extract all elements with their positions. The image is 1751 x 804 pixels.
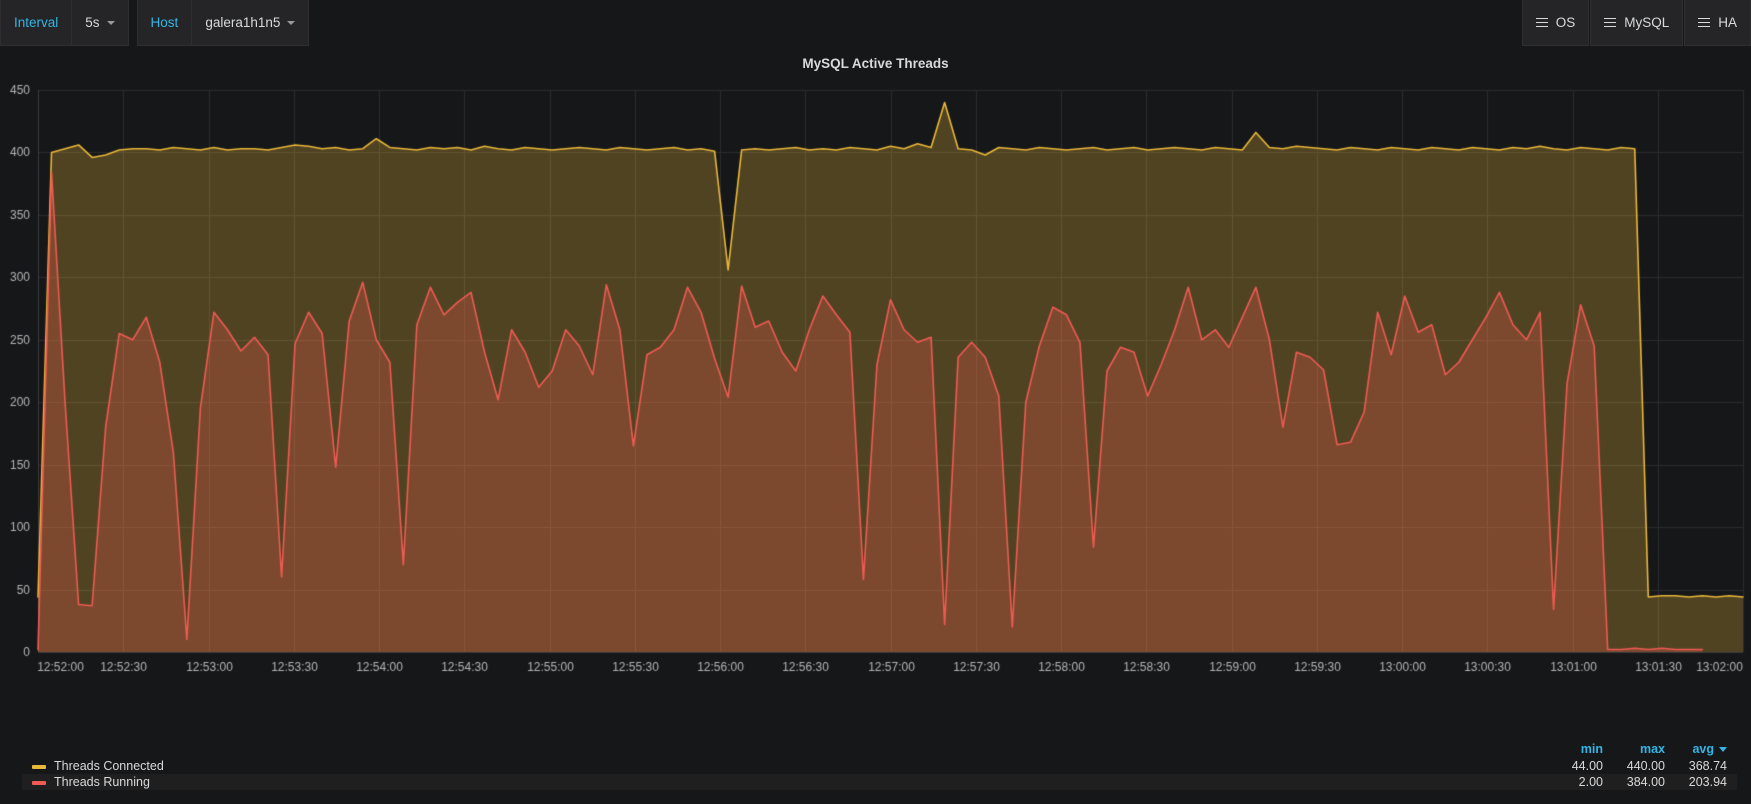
legend-value-max: 384.00 <box>1613 774 1675 790</box>
legend-header-avg-label: avg <box>1692 742 1714 756</box>
legend-value-max: 440.00 <box>1613 758 1675 774</box>
host-variable-dropdown[interactable]: galera1h1n5 <box>191 0 309 46</box>
timeseries-canvas[interactable] <box>0 78 1751 698</box>
graph-legend: min max avg Threads Connected 44.00440.00… <box>0 742 1751 804</box>
panel-title: MySQL Active Threads <box>0 46 1751 78</box>
legend-table: min max avg Threads Connected 44.00440.00… <box>22 742 1737 790</box>
interval-variable-value: 5s <box>85 15 99 30</box>
legend-header-row: min max avg <box>22 742 1737 758</box>
chevron-down-icon <box>107 21 115 25</box>
interval-variable-group: Interval 5s <box>0 0 129 46</box>
nav-link-ha-label: HA <box>1718 15 1737 30</box>
interval-variable-dropdown[interactable]: 5s <box>71 0 128 46</box>
interval-variable-label: Interval <box>0 0 71 46</box>
legend-series-name[interactable]: Threads Running <box>22 774 1551 790</box>
dashboard-toolbar: Interval 5s Host galera1h1n5 OS MySQL HA <box>0 0 1751 46</box>
legend-series-label: Threads Connected <box>54 759 164 773</box>
legend-value-avg: 368.74 <box>1675 758 1737 774</box>
legend-series-label: Threads Running <box>54 775 150 789</box>
host-variable-group: Host galera1h1n5 <box>137 0 310 46</box>
nav-link-os-label: OS <box>1556 15 1576 30</box>
nav-link-os[interactable]: OS <box>1522 0 1590 46</box>
hamburger-icon <box>1536 18 1548 28</box>
legend-value-min: 2.00 <box>1551 774 1613 790</box>
legend-body: Threads Connected44.00440.00368.74Thread… <box>22 758 1737 790</box>
legend-header-max[interactable]: max <box>1613 742 1675 758</box>
legend-value-min: 44.00 <box>1551 758 1613 774</box>
legend-row[interactable]: Threads Connected 44.00440.00368.74 <box>22 758 1737 774</box>
legend-header-min[interactable]: min <box>1551 742 1613 758</box>
legend-series-name[interactable]: Threads Connected <box>22 758 1551 774</box>
host-variable-value: galera1h1n5 <box>205 15 280 30</box>
graph-plot-area[interactable] <box>0 78 1751 698</box>
nav-link-mysql-label: MySQL <box>1624 15 1669 30</box>
legend-value-avg: 203.94 <box>1675 774 1737 790</box>
legend-header-series <box>22 742 1551 758</box>
nav-link-ha[interactable]: HA <box>1684 0 1751 46</box>
legend-header-avg[interactable]: avg <box>1675 742 1737 758</box>
hamburger-icon <box>1604 18 1616 28</box>
nav-link-mysql[interactable]: MySQL <box>1590 0 1683 46</box>
hamburger-icon <box>1698 18 1710 28</box>
chevron-down-icon <box>287 21 295 25</box>
legend-color-swatch[interactable] <box>32 765 46 769</box>
sort-desc-icon <box>1719 747 1727 752</box>
legend-row[interactable]: Threads Running 2.00384.00203.94 <box>22 774 1737 790</box>
host-variable-label: Host <box>137 0 192 46</box>
graph-panel: MySQL Active Threads min max avg Threads… <box>0 46 1751 804</box>
toolbar-spacer <box>317 0 1520 46</box>
legend-color-swatch[interactable] <box>32 781 46 785</box>
